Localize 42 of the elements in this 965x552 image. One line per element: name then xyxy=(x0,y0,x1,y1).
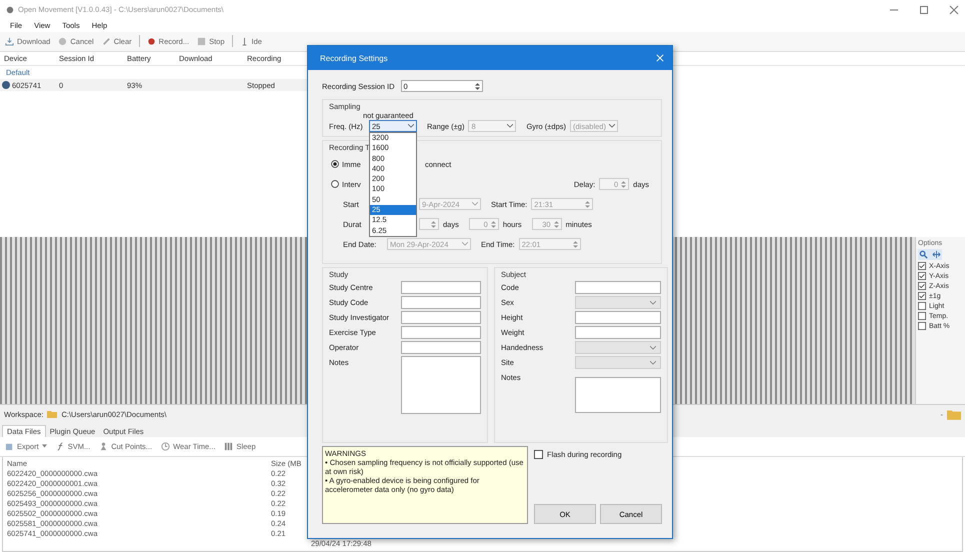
cancel-icon xyxy=(58,36,68,46)
input-field[interactable] xyxy=(575,311,661,324)
bars-icon xyxy=(224,442,234,451)
input-field[interactable] xyxy=(575,281,661,294)
download-icon xyxy=(5,36,14,46)
eraser-icon xyxy=(102,36,111,46)
input-field[interactable] xyxy=(401,326,481,339)
days-field[interactable] xyxy=(419,218,439,230)
pan-icon[interactable] xyxy=(932,250,941,260)
notes-field[interactable] xyxy=(401,356,481,414)
dropdown-field[interactable] xyxy=(575,356,661,369)
stop-icon xyxy=(197,36,206,46)
chevron-down-icon xyxy=(650,300,656,304)
person-icon xyxy=(99,442,108,451)
identify-icon xyxy=(240,36,249,46)
app-icon xyxy=(6,6,14,14)
calendar-dropdown-icon[interactable] xyxy=(472,202,478,206)
dropdown-field[interactable] xyxy=(575,341,661,354)
notes-field[interactable] xyxy=(575,377,661,413)
chevron-down-icon xyxy=(609,124,616,128)
folder-icon[interactable] xyxy=(947,408,961,420)
folder-icon xyxy=(47,409,58,420)
function-icon xyxy=(56,442,65,451)
search-icon[interactable] xyxy=(919,250,928,260)
chevron-down-icon xyxy=(650,360,656,364)
input-field[interactable] xyxy=(401,296,481,309)
input-field[interactable] xyxy=(401,341,481,354)
clock-icon xyxy=(161,442,170,451)
chevron-down-icon xyxy=(408,124,414,128)
input-field[interactable] xyxy=(401,281,481,294)
record-icon xyxy=(146,36,156,46)
calendar-dropdown-icon[interactable] xyxy=(462,242,468,246)
export-icon xyxy=(5,442,14,451)
dialog-title: Recording Settings xyxy=(320,54,388,62)
maximize-icon[interactable] xyxy=(919,4,929,15)
dropdown-field[interactable] xyxy=(575,296,661,309)
chevron-down-icon xyxy=(507,124,514,128)
chevron-down-icon xyxy=(650,346,656,350)
close-icon[interactable] xyxy=(949,4,959,15)
spinner-icon[interactable] xyxy=(474,82,480,90)
input-field[interactable] xyxy=(575,326,661,339)
input-field[interactable] xyxy=(401,311,481,324)
